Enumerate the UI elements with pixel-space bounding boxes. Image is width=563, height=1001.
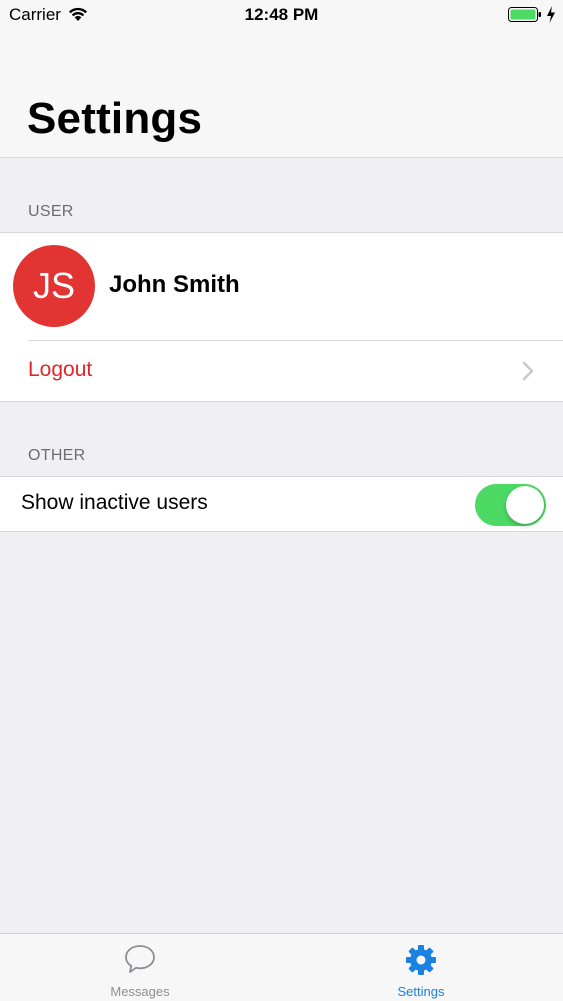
- show-inactive-users-row: Show inactive users: [0, 477, 563, 530]
- user-name: John Smith: [109, 271, 240, 298]
- tab-settings-label: Settings: [397, 984, 445, 999]
- toggle-knob: [506, 486, 544, 524]
- avatar: JS: [13, 245, 95, 327]
- section-header-user: USER: [28, 203, 74, 220]
- status-bar: Carrier 12:48 PM: [0, 0, 563, 30]
- tab-bar: Messages Settings: [0, 933, 563, 1001]
- show-inactive-users-toggle[interactable]: [475, 484, 546, 526]
- navigation-header: Settings: [0, 30, 563, 158]
- tab-messages[interactable]: Messages: [70, 934, 210, 1001]
- status-time: 12:48 PM: [244, 5, 319, 24]
- tab-messages-label: Messages: [110, 984, 170, 999]
- chevron-right-icon: [522, 361, 534, 381]
- gear-icon: [406, 945, 436, 975]
- user-group: JS John Smith Logout: [0, 232, 563, 402]
- tab-settings[interactable]: Settings: [351, 934, 491, 1001]
- avatar-initials: JS: [32, 265, 75, 306]
- logout-row[interactable]: Logout: [0, 341, 563, 399]
- speech-bubble-icon: [125, 945, 155, 973]
- charging-bolt-icon: [547, 6, 555, 23]
- other-group: Show inactive users: [0, 476, 563, 532]
- logout-label: Logout: [28, 358, 93, 381]
- show-inactive-users-label: Show inactive users: [21, 491, 208, 514]
- page-title: Settings: [27, 94, 203, 143]
- section-header-other: OTHER: [28, 447, 86, 464]
- battery-icon: [508, 7, 541, 22]
